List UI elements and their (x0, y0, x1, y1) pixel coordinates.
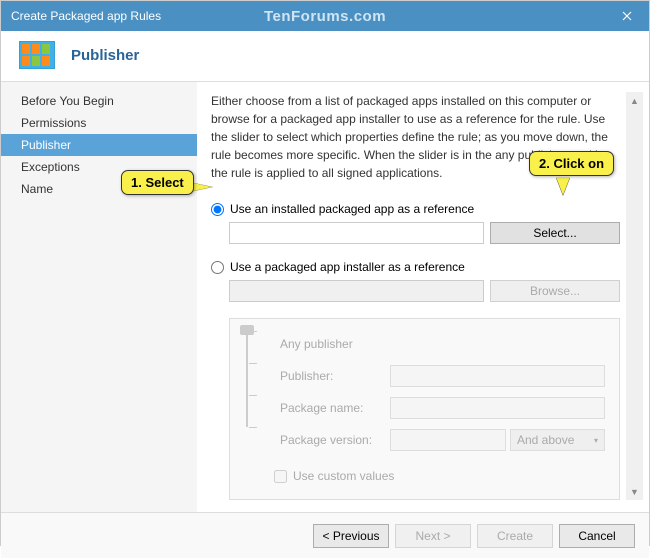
slider-thumb-icon (240, 325, 254, 335)
watermark: TenForums.com (264, 8, 386, 25)
any-publisher-label: Any publisher (280, 337, 390, 351)
wizard-header: Publisher (1, 31, 649, 82)
browse-button: Browse... (490, 280, 620, 302)
property-slider[interactable] (246, 331, 248, 427)
scroll-down-icon[interactable]: ▼ (626, 483, 643, 500)
scroll-up-icon[interactable]: ▲ (626, 92, 643, 109)
sidebar-item-permissions[interactable]: Permissions (1, 112, 197, 134)
close-button[interactable] (604, 1, 649, 31)
radio-installed-app-label: Use an installed packaged app as a refer… (230, 202, 474, 216)
create-button: Create (477, 524, 553, 548)
annotation-callout-2: 2. Click on (529, 151, 614, 176)
radio-installer[interactable] (211, 261, 224, 274)
sidebar-item-label: Permissions (21, 116, 86, 130)
package-name-label: Package name: (280, 401, 390, 415)
version-condition-dropdown: And above ▾ (510, 429, 605, 451)
radio-installed-app-row: Use an installed packaged app as a refer… (211, 202, 620, 216)
sidebar-item-label: Name (21, 182, 53, 196)
sidebar-item-publisher[interactable]: Publisher (1, 134, 197, 156)
select-button[interactable]: Select... (490, 222, 620, 244)
publisher-icon (19, 41, 55, 69)
use-custom-values-checkbox (274, 470, 287, 483)
radio-installer-label: Use a packaged app installer as a refere… (230, 260, 465, 274)
package-version-label: Package version: (280, 433, 390, 447)
annotation-tail-2 (556, 177, 570, 195)
sidebar-item-label: Before You Begin (21, 94, 114, 108)
sidebar-item-label: Exceptions (21, 160, 80, 174)
vertical-scrollbar[interactable]: ▲ ▼ (626, 92, 643, 500)
publisher-label: Publisher: (280, 369, 390, 383)
properties-slider-panel: Any publisher Publisher: Package name: P… (229, 318, 620, 500)
radio-installed-app[interactable] (211, 203, 224, 216)
cancel-button[interactable]: Cancel (559, 524, 635, 548)
installed-app-path-input[interactable] (229, 222, 484, 244)
radio-installer-row: Use a packaged app installer as a refere… (211, 260, 620, 274)
publisher-field (390, 365, 605, 387)
installer-path-input (229, 280, 484, 302)
page-title: Publisher (71, 47, 139, 64)
previous-button[interactable]: < Previous (313, 524, 389, 548)
next-button: Next > (395, 524, 471, 548)
use-custom-values-label: Use custom values (293, 469, 394, 483)
titlebar: Create Packaged app Rules TenForums.com (1, 1, 649, 31)
package-version-field (390, 429, 506, 451)
sidebar-item-before-you-begin[interactable]: Before You Begin (1, 90, 197, 112)
wizard-sidebar: Before You Begin Permissions Publisher E… (1, 82, 197, 512)
annotation-callout-1: 1. Select (121, 170, 194, 195)
package-name-field (390, 397, 605, 419)
wizard-footer: < Previous Next > Create Cancel (1, 512, 649, 558)
sidebar-item-label: Publisher (21, 138, 71, 152)
chevron-down-icon: ▾ (594, 436, 598, 445)
content-area: Either choose from a list of packaged ap… (197, 82, 649, 512)
close-icon (622, 11, 632, 21)
